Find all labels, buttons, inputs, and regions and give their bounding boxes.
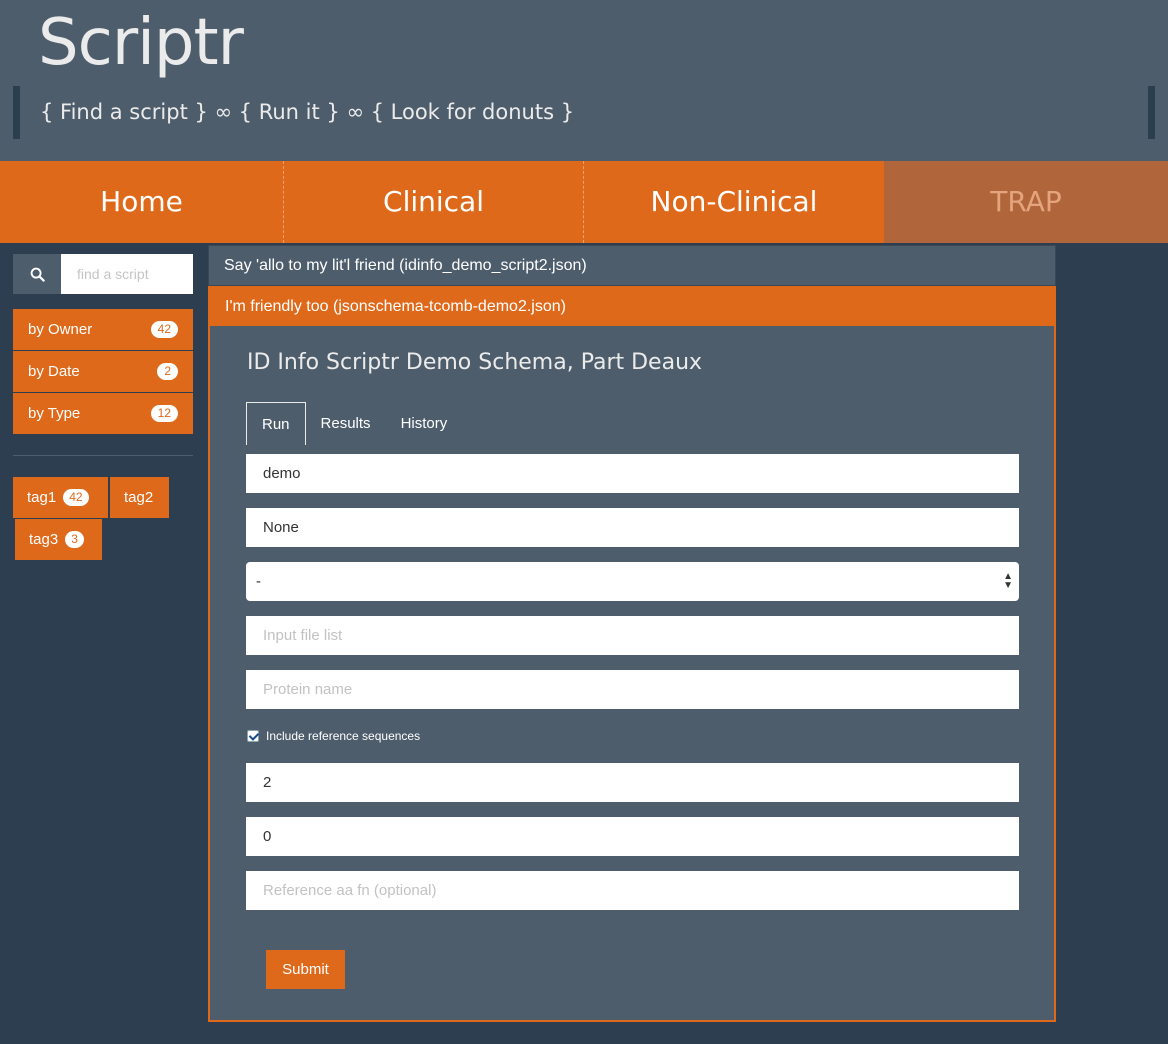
text-field-demo[interactable] bbox=[246, 454, 1019, 493]
include-reference-row: Include reference sequences bbox=[247, 729, 420, 743]
filter-label: by Owner bbox=[28, 321, 93, 338]
tag-item-tag1[interactable]: tag1 42 bbox=[13, 477, 108, 518]
script-panel-heading[interactable]: I'm friendly too (jsonschema-tcomb-demo2… bbox=[210, 288, 1054, 326]
filter-label: by Type bbox=[28, 405, 81, 422]
count-badge: 3 bbox=[65, 531, 84, 548]
updown-arrows-icon: ▲ ▼ bbox=[1003, 571, 1013, 591]
script-panel-collapsed[interactable]: Say 'allo to my lit'l friend (idinfo_dem… bbox=[208, 245, 1056, 286]
count-badge: 42 bbox=[63, 489, 89, 506]
dropdown-value: - bbox=[256, 573, 261, 590]
script-panel-open: I'm friendly too (jsonschema-tcomb-demo2… bbox=[208, 286, 1056, 1022]
filter-label: by Date bbox=[28, 363, 80, 380]
tag-label: tag3 bbox=[29, 531, 59, 548]
filter-list: by Owner 42 by Date 2 by Type 12 bbox=[13, 309, 193, 435]
sidebar-divider bbox=[13, 455, 193, 456]
nav-home[interactable]: Home bbox=[0, 161, 284, 243]
count-badge: 2 bbox=[157, 363, 178, 380]
submit-button[interactable]: Submit bbox=[266, 950, 345, 989]
include-reference-label: Include reference sequences bbox=[266, 729, 421, 743]
app-header: Scriptr { Find a script } ∞ { Run it } ∞… bbox=[0, 0, 1168, 161]
tab-run[interactable]: Run bbox=[246, 402, 306, 445]
count-badge: 12 bbox=[150, 405, 178, 422]
app-tagline: { Find a script } ∞ { Run it } ∞ { Look … bbox=[13, 86, 1155, 139]
number-field-0[interactable] bbox=[246, 817, 1019, 856]
form-tabs: Run Results History bbox=[246, 402, 462, 445]
filter-by-type[interactable]: by Type 12 bbox=[13, 393, 193, 434]
nav-clinical[interactable]: Clinical bbox=[284, 161, 584, 243]
search-input[interactable] bbox=[61, 254, 193, 294]
include-reference-checkbox[interactable] bbox=[247, 730, 259, 742]
dropdown-select[interactable]: - ▲ ▼ bbox=[246, 562, 1019, 601]
tag-item-tag2[interactable]: tag2 bbox=[110, 477, 169, 518]
filter-by-owner[interactable]: by Owner 42 bbox=[13, 309, 193, 350]
nav-non-clinical[interactable]: Non-Clinical bbox=[584, 161, 884, 243]
number-field-2[interactable] bbox=[246, 763, 1019, 802]
text-field-none[interactable] bbox=[246, 508, 1019, 547]
protein-name-field[interactable] bbox=[246, 670, 1019, 709]
input-file-list-field[interactable] bbox=[246, 616, 1019, 655]
nav-trap[interactable]: TRAP bbox=[884, 161, 1168, 243]
script-search bbox=[13, 254, 193, 294]
tag-label: tag2 bbox=[124, 489, 154, 506]
filter-by-date[interactable]: by Date 2 bbox=[13, 351, 193, 392]
search-button[interactable] bbox=[13, 254, 61, 294]
app-title: Scriptr bbox=[38, 6, 244, 80]
reference-aa-fn-field[interactable] bbox=[246, 871, 1019, 910]
form-title: ID Info Scriptr Demo Schema, Part Deaux bbox=[247, 350, 703, 375]
search-icon bbox=[30, 267, 45, 282]
tab-history[interactable]: History bbox=[386, 402, 463, 445]
tag-item-tag3[interactable]: tag3 3 bbox=[15, 519, 102, 560]
tag-label: tag1 bbox=[27, 489, 57, 506]
main-nav: Home Clinical Non-Clinical TRAP bbox=[0, 161, 1168, 243]
count-badge: 42 bbox=[150, 321, 178, 338]
tab-results[interactable]: Results bbox=[306, 402, 386, 445]
